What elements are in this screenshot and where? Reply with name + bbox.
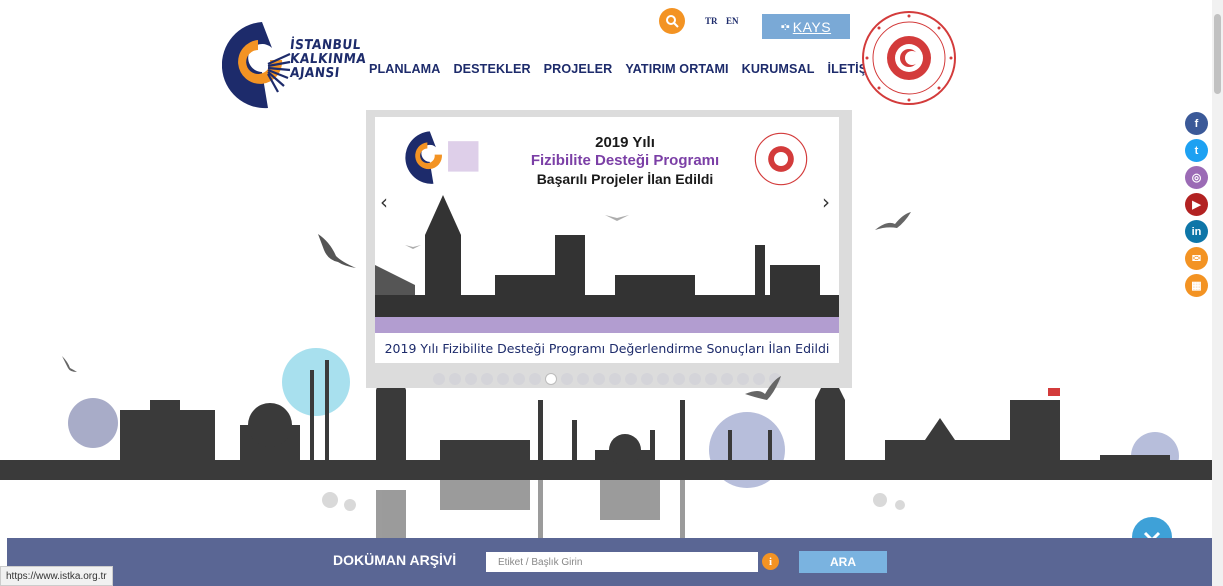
slide-title-line-2: Fizibilite Desteği Programı (530, 152, 720, 169)
slider-dot[interactable] (481, 373, 493, 385)
slider-dot[interactable] (593, 373, 605, 385)
apps-icon[interactable]: ▦ (1185, 274, 1208, 297)
logo-line-1: İSTANBUL (289, 37, 362, 53)
main-nav: PLANLAMA DESTEKLER PROJELER YATIRIM ORTA… (369, 62, 881, 76)
archive-title: DOKÜMAN ARŞİVİ (333, 552, 457, 568)
nav-kurumsal[interactable]: KURUMSAL (742, 62, 815, 76)
seagull-icon (318, 234, 356, 268)
twitter-icon[interactable]: t (1185, 139, 1208, 162)
slider-dot[interactable] (705, 373, 717, 385)
slide-agency-logo-icon (405, 131, 479, 184)
nav-yatirim-ortami[interactable]: YATIRIM ORTAMI (625, 62, 728, 76)
slider-dot[interactable] (449, 373, 461, 385)
archive-search-button[interactable]: ARA (799, 551, 887, 573)
slider-pagination (433, 373, 781, 385)
slide-title: 2019 Yılı Fizibilite Desteği Programı Ba… (510, 134, 740, 188)
kays-label: KAYS (792, 18, 832, 35)
slider-dot[interactable] (545, 373, 557, 385)
facebook-icon[interactable]: f (1185, 112, 1208, 135)
slider-dot[interactable] (497, 373, 509, 385)
logo-line-3: AJANSI (289, 65, 341, 81)
slide-caption[interactable]: 2019 Yılı Fizibilite Desteği Programı De… (375, 333, 839, 363)
slider-dot[interactable] (721, 373, 733, 385)
slider-dot[interactable] (609, 373, 621, 385)
slider-dot[interactable] (561, 373, 573, 385)
seagull-icon (62, 356, 77, 372)
slide-title-line-3: Başarılı Projeler İlan Edildi (536, 171, 714, 187)
nav-destekler[interactable]: DESTEKLER (453, 62, 530, 76)
logo-line-2: KALKINMA (289, 51, 367, 67)
slider-dot[interactable] (465, 373, 477, 385)
lang-tr-link[interactable]: TR (705, 16, 718, 26)
search-icon (666, 15, 679, 28)
ministry-seal-icon[interactable] (862, 10, 956, 106)
slide-band (375, 317, 839, 333)
youtube-icon[interactable]: ▶ (1185, 193, 1208, 216)
status-bar-url: https://www.istka.org.tr (0, 566, 113, 586)
slider-dot[interactable] (577, 373, 589, 385)
slider-dot[interactable] (657, 373, 669, 385)
slide-ministry-seal-icon (754, 132, 808, 186)
slider-dot[interactable] (529, 373, 541, 385)
social-links: f t ◎ ▶ in ✉ ▦ (1185, 112, 1208, 297)
info-icon[interactable]: i (762, 553, 779, 570)
lang-en-link[interactable]: EN (726, 16, 739, 26)
email-icon[interactable]: ✉ (1185, 247, 1208, 270)
logo-text: İSTANBUL KALKINMA AJANSI (289, 37, 367, 81)
nav-projeler[interactable]: PROJELER (544, 62, 613, 76)
page-scrollbar[interactable] (1212, 0, 1223, 586)
seagull-icon (745, 376, 781, 400)
slide-title-line-1: 2019 Yılı (595, 134, 655, 151)
search-button[interactable] (659, 8, 685, 34)
instagram-icon[interactable]: ◎ (1185, 166, 1208, 189)
slider-dot[interactable] (673, 373, 685, 385)
slider-dot[interactable] (689, 373, 701, 385)
archive-search-input[interactable] (486, 552, 758, 572)
nav-planlama[interactable]: PLANLAMA (369, 62, 440, 76)
slider-prev-icon[interactable]: ‹ (380, 190, 388, 214)
kays-button[interactable]: ▪:▪ KAYS (762, 14, 850, 39)
scrollbar-thumb[interactable] (1214, 14, 1221, 94)
slider-dot[interactable] (641, 373, 653, 385)
slider-dot[interactable] (625, 373, 637, 385)
slider-next-icon[interactable]: › (822, 190, 830, 214)
linkedin-icon[interactable]: in (1185, 220, 1208, 243)
slider-dot[interactable] (513, 373, 525, 385)
news-slider[interactable]: 2019 Yılı Fizibilite Desteği Programı Ba… (375, 117, 839, 333)
slider-dot[interactable] (433, 373, 445, 385)
slide-skyline-image (375, 195, 839, 317)
kays-icon: ▪:▪ (780, 20, 790, 33)
seagull-icon (875, 212, 911, 230)
